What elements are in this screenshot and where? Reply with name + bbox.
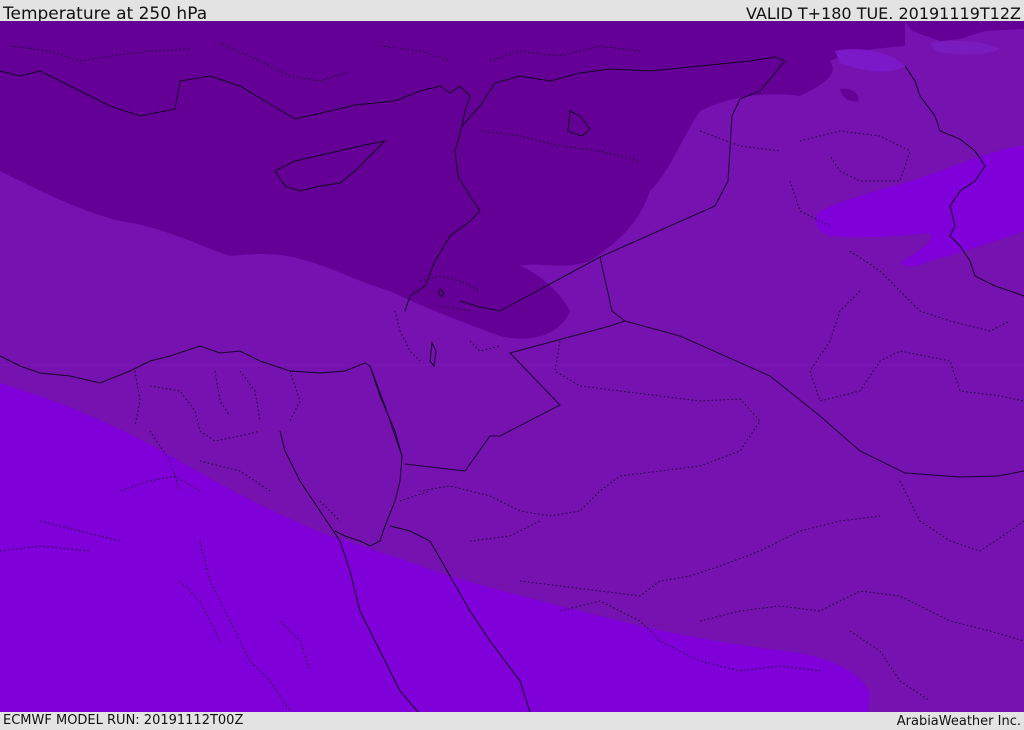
footer-bar: ECMWF MODEL RUN: 20191112T00Z ArabiaWeat… [0,712,1024,729]
weather-map[interactable] [0,21,1024,712]
credit-label: ArabiaWeather Inc. [896,714,1021,729]
map-svg [0,21,1024,712]
model-run-label: ECMWF MODEL RUN: 20191112T00Z [3,713,244,728]
header-bar: Temperature at 250 hPa VALID T+180 TUE. … [0,0,1024,24]
